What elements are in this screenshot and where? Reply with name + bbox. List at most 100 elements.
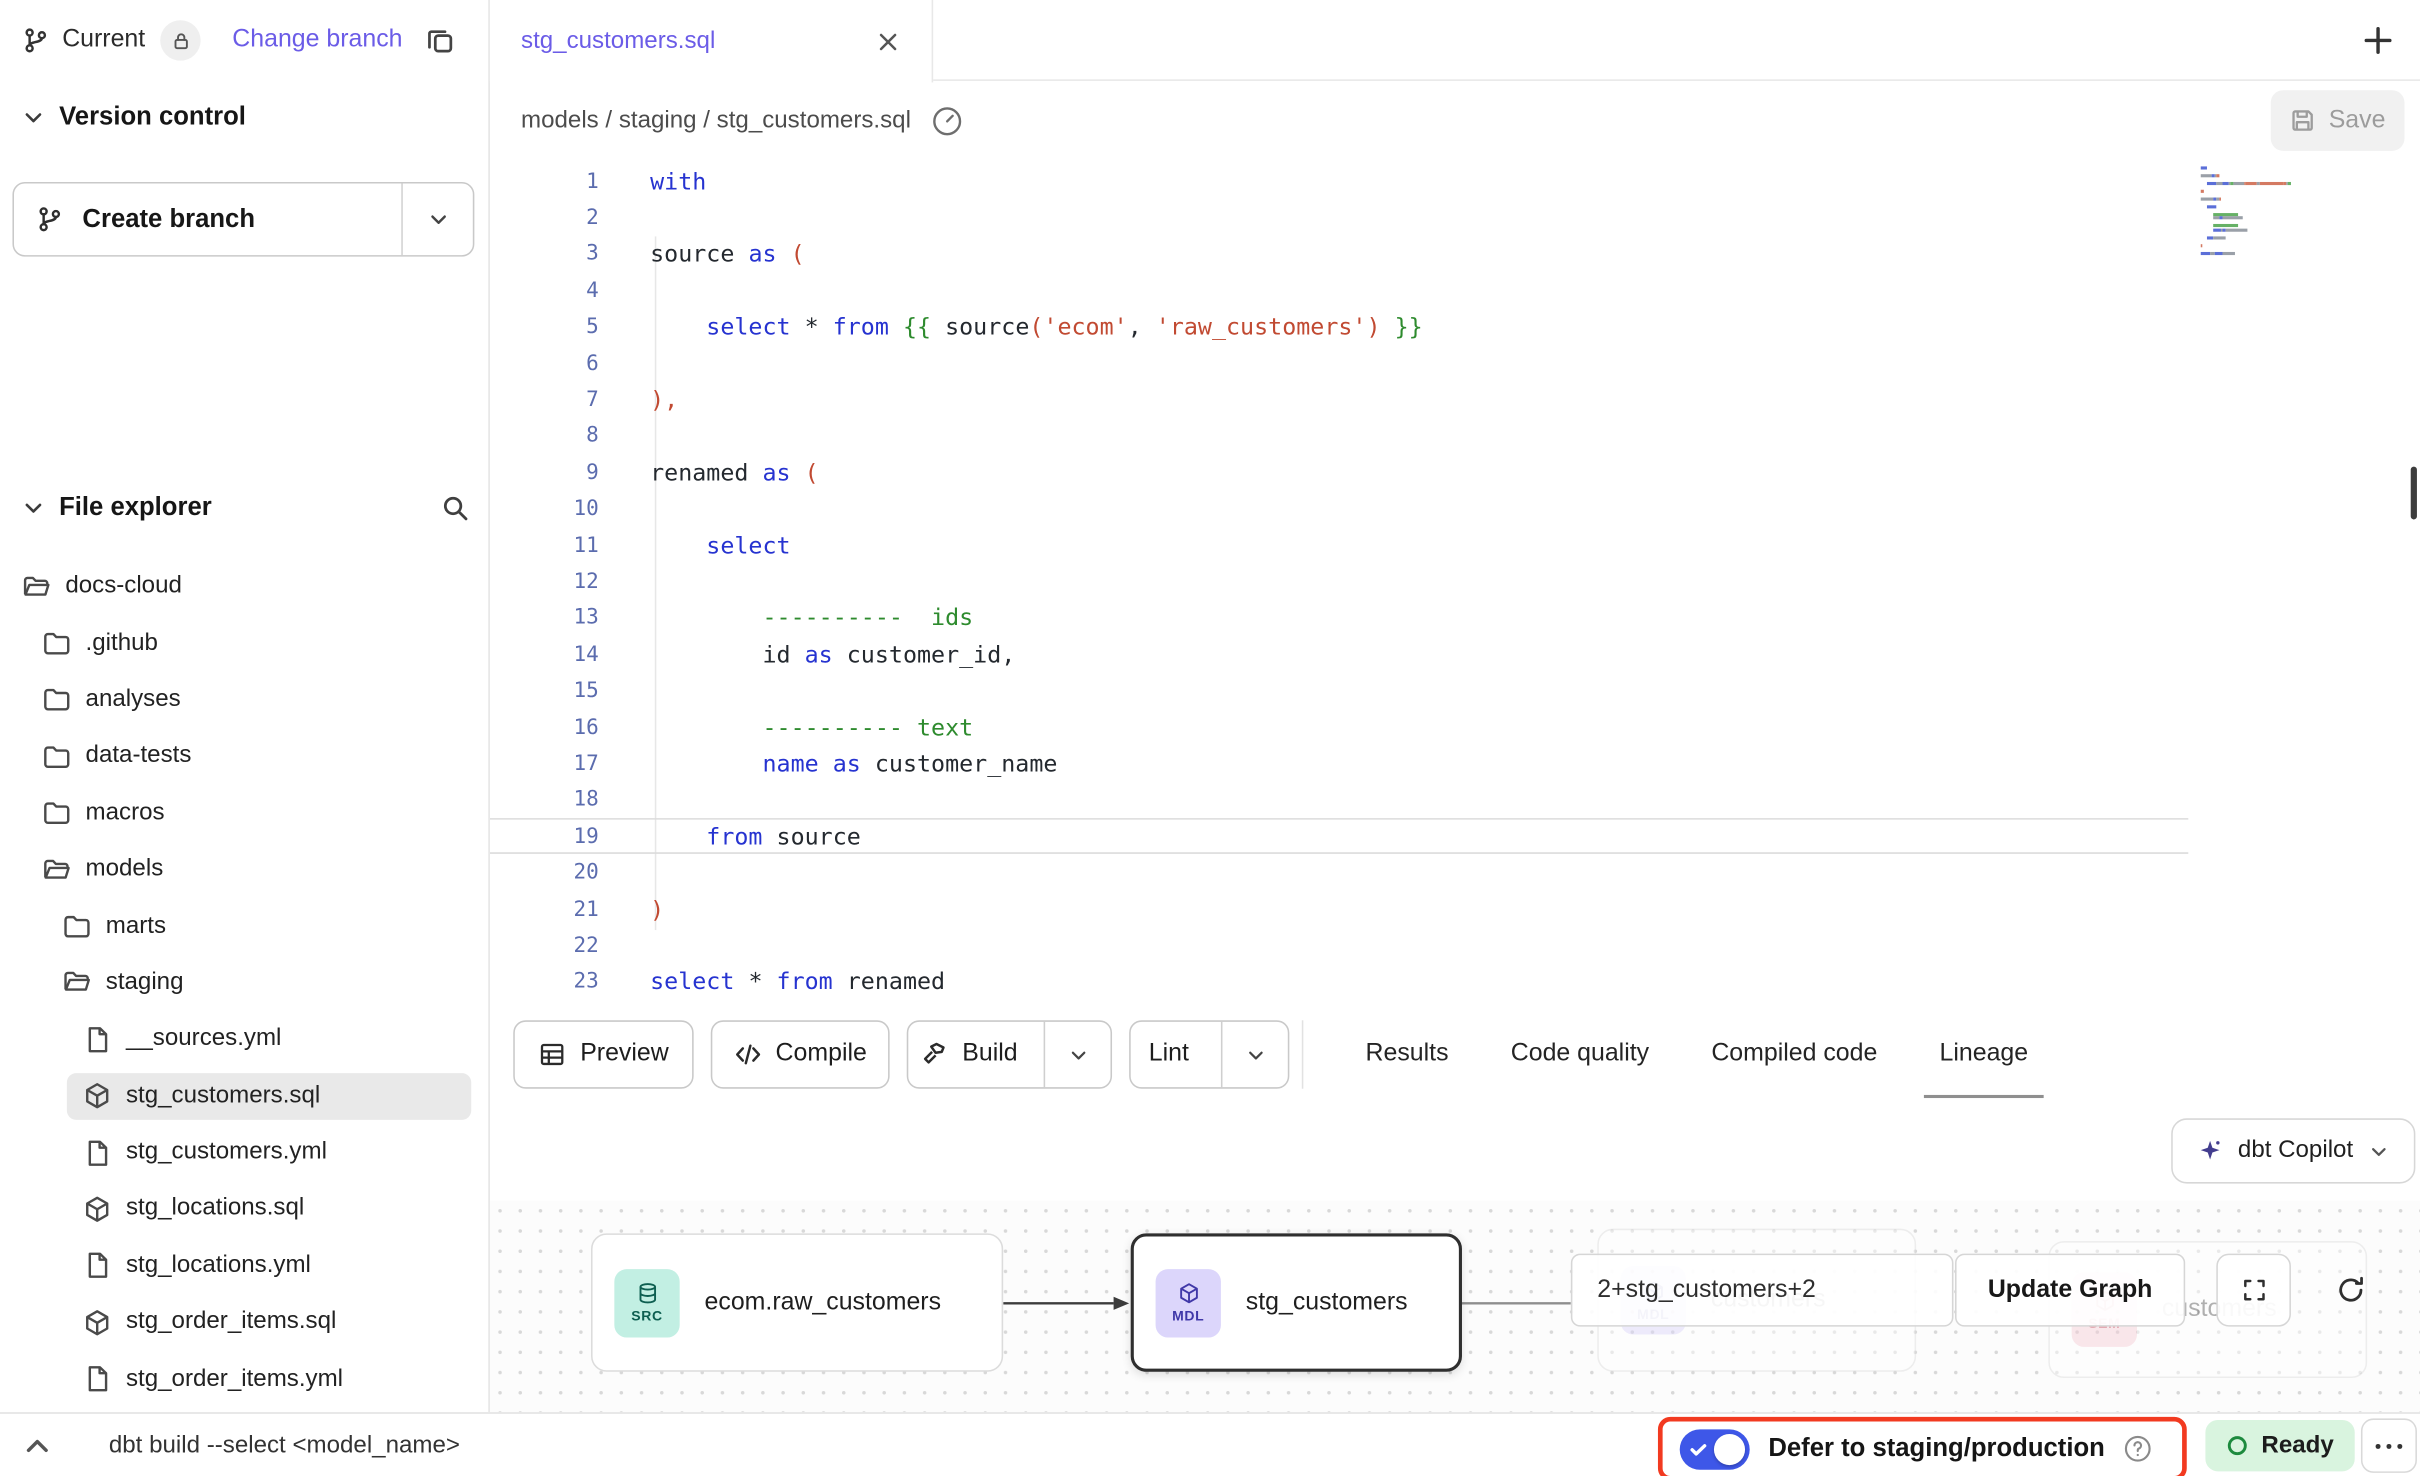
build-dropdown[interactable] [1044, 1022, 1111, 1087]
copy-icon[interactable] [424, 25, 455, 56]
main-panel: stg_customers.sql models / staging / stg… [490, 0, 2420, 1412]
node-label: stg_customers [1246, 1289, 1408, 1317]
dbt-copilot-button[interactable]: dbt Copilot [2171, 1118, 2415, 1183]
dbt-copilot-icon [2197, 1138, 2222, 1163]
tree-item-label: stg_customers.yml [126, 1139, 327, 1167]
git-branch-icon [36, 205, 64, 233]
code-line: 10 [490, 491, 2188, 527]
tree-item-stg_customers.yml[interactable]: stg_customers.yml [0, 1124, 490, 1181]
update-graph-button[interactable]: Update Graph [1955, 1254, 2185, 1327]
current-branch-chip[interactable]: Current [22, 26, 145, 54]
line-number: 11 [490, 533, 599, 558]
tree-item-docs-cloud[interactable]: docs-cloud [0, 558, 490, 615]
tree-item-stg_customers.sql[interactable]: stg_customers.sql [0, 1068, 490, 1125]
code-line: 14 id as customer_id, [490, 636, 2188, 672]
version-control-title: Version control [59, 103, 246, 133]
lint-button[interactable]: Lint [1131, 1022, 1207, 1087]
lineage-node-stg-customers[interactable]: MDL stg_customers [1131, 1233, 1462, 1371]
tree-item-data-tests[interactable]: data-tests [0, 728, 490, 785]
lineage-edge [1462, 1292, 1571, 1314]
minimap[interactable] [2201, 166, 2372, 255]
line-number: 1 [490, 169, 599, 194]
tree-item-label: stg_order_items.sql [126, 1308, 336, 1336]
file-icon [82, 1138, 112, 1168]
tab-results[interactable]: Results [1366, 1019, 1449, 1091]
build-label: Build [962, 1040, 1017, 1068]
tree-item-analyses[interactable]: analyses [0, 672, 490, 729]
line-number: 23 [490, 969, 599, 994]
tab-compiled-code[interactable]: Compiled code [1711, 1019, 1877, 1091]
lineage-node-ecom-raw-customers[interactable]: SRC ecom.raw_customers [591, 1233, 1003, 1371]
tree-item-marts[interactable]: marts [0, 898, 490, 955]
code-line: 22 [490, 927, 2188, 963]
preview-button[interactable]: Preview [513, 1020, 693, 1088]
code-line: 15 [490, 673, 2188, 709]
code-line: 21) [490, 891, 2188, 927]
tree-item-label: docs-cloud [65, 573, 182, 601]
defer-annotation-box: Defer to staging/production [1658, 1417, 2187, 1476]
tree-item-stg_order_items.yml[interactable]: stg_order_items.yml [0, 1351, 490, 1408]
compile-button[interactable]: Compile [711, 1020, 890, 1088]
code-line: 18 [490, 782, 2188, 818]
line-number: 12 [490, 569, 599, 594]
meter-icon[interactable] [930, 103, 964, 137]
code-lines: 1with23source as (45 select * from {{ so… [490, 163, 2188, 1000]
more-options-button[interactable] [2361, 1418, 2417, 1472]
folder-icon [62, 911, 92, 941]
close-icon[interactable] [876, 29, 901, 54]
version-control-header[interactable]: Version control [22, 103, 246, 133]
collapse-panel-button[interactable] [22, 1431, 53, 1462]
tree-item-label: analyses [86, 686, 181, 714]
tree-item-staging[interactable]: staging [0, 955, 490, 1012]
tree-item-stg_locations.yml[interactable]: stg_locations.yml [0, 1238, 490, 1295]
help-icon[interactable] [2124, 1434, 2154, 1464]
chevron-down-icon [427, 208, 449, 230]
tree-item-stg_order_items.sql[interactable]: stg_order_items.sql [0, 1294, 490, 1351]
line-number: 18 [490, 787, 599, 812]
tab-title: stg_customers.sql [521, 27, 860, 55]
build-button[interactable]: Build [908, 1022, 1029, 1087]
change-branch-link[interactable]: Change branch [232, 26, 402, 54]
new-tab-button[interactable] [2361, 23, 2395, 57]
tab-lineage[interactable]: Lineage [1940, 1019, 2029, 1091]
tree-item-label: __sources.yml [126, 1025, 281, 1053]
create-branch-dropdown[interactable] [401, 184, 473, 256]
tree-item-macros[interactable]: macros [0, 785, 490, 842]
scrollbar-thumb[interactable] [2411, 467, 2417, 520]
line-number: 3 [490, 242, 599, 267]
line-number: 7 [490, 387, 599, 412]
tree-item-label: stg_order_items.yml [126, 1365, 343, 1393]
tree-item-__sources.yml[interactable]: __sources.yml [0, 1011, 490, 1068]
lineage-selector-input[interactable]: 2+stg_customers+2 [1571, 1254, 1954, 1327]
build-button-group: Build [907, 1020, 1112, 1088]
save-button[interactable]: Save [2271, 90, 2405, 151]
code-editor[interactable]: 1with23source as (45 select * from {{ so… [490, 160, 2420, 1019]
tree-item-stg_locations.sql[interactable]: stg_locations.sql [0, 1181, 490, 1238]
create-branch-button[interactable]: Create branch [14, 184, 401, 256]
status-badge[interactable]: Ready [2205, 1420, 2354, 1471]
defer-toggle[interactable] [1680, 1429, 1750, 1469]
fullscreen-button[interactable] [2216, 1254, 2291, 1327]
code-line: 19 from source [490, 818, 2188, 854]
save-icon [2290, 107, 2316, 133]
line-number: 5 [490, 315, 599, 340]
tree-item-models[interactable]: models [0, 841, 490, 898]
tree-item-.github[interactable]: .github [0, 615, 490, 672]
search-icon[interactable] [440, 492, 470, 522]
toggle-knob [1714, 1433, 1745, 1464]
tab-code-quality[interactable]: Code quality [1511, 1019, 1649, 1091]
file-tree: docs-cloud .github analyses data-testsmacro… [0, 558, 490, 1407]
lint-dropdown[interactable] [1221, 1022, 1288, 1087]
build-command-hint: dbt build --select <model_name> [109, 1414, 460, 1476]
lineage-canvas[interactable]: MDL customers SEM customers SRC ecom.raw… [490, 1201, 2420, 1413]
editor-toolbar: Preview Compile Build Lint [490, 1019, 2420, 1092]
tab-stg-customers-sql[interactable]: stg_customers.sql [490, 0, 933, 82]
chevron-down-icon [2369, 1141, 2389, 1161]
file-explorer-header[interactable]: File explorer [22, 482, 470, 532]
model-icon [82, 1194, 112, 1224]
line-number: 8 [490, 424, 599, 449]
file-explorer-title: File explorer [59, 492, 426, 522]
model-icon [82, 1308, 112, 1338]
refresh-graph-button[interactable] [2313, 1254, 2388, 1327]
ready-label: Ready [2261, 1432, 2333, 1460]
